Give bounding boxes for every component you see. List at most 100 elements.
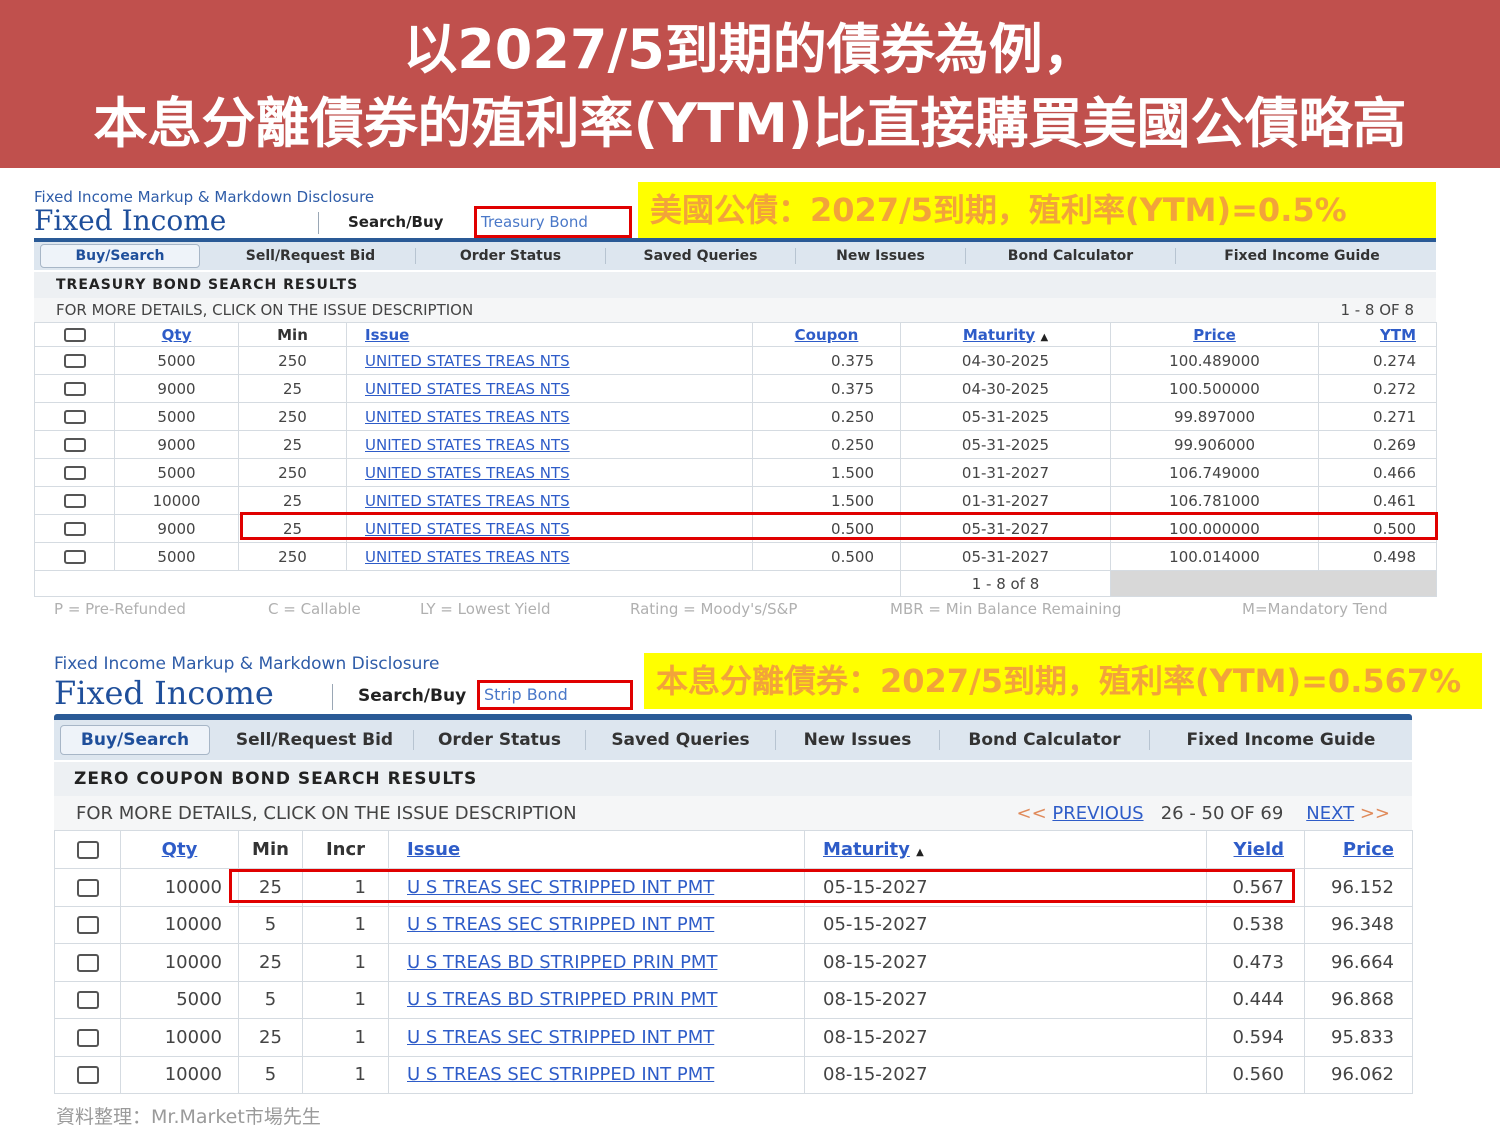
row-issue-link[interactable]: U S TREAS SEC STRIPPED INT PMT [388,905,805,944]
row-checkbox[interactable] [34,514,115,543]
col-issue-header[interactable]: Issue [346,322,753,347]
col-ytm-header[interactable]: YTM [1318,322,1437,347]
row-ytm: 0.274 [1318,346,1437,375]
row-yield: 0.560 [1206,1055,1305,1094]
row-checkbox[interactable] [54,1018,121,1057]
row-checkbox[interactable] [34,374,115,403]
nav-order-status[interactable]: Order Status [416,248,606,264]
row-issue-link[interactable]: UNITED STATES TREAS NTS [346,346,753,375]
search-type-treasury-bond[interactable]: Treasury Bond [474,206,632,238]
treasury-highlight-box [240,512,1438,540]
sort-ascending-icon-2: ▲ [916,847,924,858]
row-qty: 9000 [114,374,239,403]
row-checkbox[interactable] [34,402,115,431]
row-qty: 10000 [120,943,239,982]
table-row: 10000 5 1 U S TREAS SEC STRIPPED INT PMT 05-… [54,905,1413,944]
col-qty-header-2[interactable]: Qty [120,830,239,869]
row-coupon: 0.500 [752,542,901,571]
col-price-header-2[interactable]: Price [1304,830,1413,869]
results-title-2: ZERO COUPON BOND SEARCH RESULTS [54,762,1412,796]
nav-fixed-income-guide[interactable]: Fixed Income Guide [1176,248,1428,264]
row-qty: 10000 [120,868,239,907]
select-all-checkbox[interactable] [34,322,115,347]
previous-link[interactable]: PREVIOUS [1052,803,1143,824]
details-bar: FOR MORE DETAILS, CLICK ON THE ISSUE DES… [34,298,1436,322]
row-issue-link[interactable]: U S TREAS BD STRIPPED PRIN PMT [388,980,805,1019]
next-link[interactable]: NEXT [1306,803,1354,824]
nav-buy-search-2[interactable]: Buy/Search [60,725,210,755]
col-coupon-header[interactable]: Coupon [752,322,901,347]
row-price: 96.152 [1304,868,1413,907]
col-issue-header-2[interactable]: Issue [388,830,805,869]
row-checkbox[interactable] [54,905,121,944]
row-qty: 9000 [114,430,239,459]
row-incr: 1 [302,1018,389,1057]
nav-buy-search[interactable]: Buy/Search [40,244,200,268]
search-type-strip-bond[interactable]: Strip Bond [477,680,633,710]
table-row: 5000 5 1 U S TREAS BD STRIPPED PRIN PMT 08-1… [54,980,1413,1019]
search-buy-label: Search/Buy [348,213,444,231]
previous-arrows-icon: << [1016,802,1047,824]
nav-new-issues[interactable]: New Issues [796,248,966,264]
row-issue-link[interactable]: UNITED STATES TREAS NTS [346,374,753,403]
nav-sell-request-bid-2[interactable]: Sell/Request Bid [216,730,414,750]
nav-bond-calculator-2[interactable]: Bond Calculator [940,730,1150,750]
nav-fixed-income-guide-2[interactable]: Fixed Income Guide [1150,730,1412,750]
row-price: 99.897000 [1110,402,1319,431]
row-maturity: 08-15-2027 [804,1018,1207,1057]
table-row: 9000 25 UNITED STATES TREAS NTS 0.250 05-31-… [34,430,1437,459]
row-issue-link[interactable]: U S TREAS SEC STRIPPED INT PMT [388,1055,805,1094]
row-checkbox[interactable] [34,542,115,571]
row-issue-link[interactable]: U S TREAS SEC STRIPPED INT PMT [388,1018,805,1057]
row-price: 96.664 [1304,943,1413,982]
nav-order-status-2[interactable]: Order Status [414,730,586,750]
row-min: 5 [238,1055,303,1094]
row-issue-link[interactable]: U S TREAS BD STRIPPED PRIN PMT [388,943,805,982]
row-price: 100.500000 [1110,374,1319,403]
row-min: 250 [238,346,347,375]
markup-disclosure-link-2[interactable]: Fixed Income Markup & Markdown Disclosur… [54,654,439,674]
row-min: 25 [238,486,347,515]
row-checkbox[interactable] [54,868,121,907]
source-credit: 資料整理：Mr.Market市場先生 [56,1106,321,1128]
fixed-income-brand: Fixed Income [34,204,227,237]
col-maturity-header[interactable]: Maturity ▲ [900,322,1111,347]
row-min: 25 [238,430,347,459]
col-yield-header[interactable]: Yield [1206,830,1305,869]
row-maturity: 08-15-2027 [804,980,1207,1019]
row-issue-link[interactable]: UNITED STATES TREAS NTS [346,402,753,431]
select-all-checkbox-2[interactable] [54,830,121,869]
row-qty: 10000 [120,905,239,944]
row-min: 250 [238,402,347,431]
row-maturity: 01-31-2027 [900,458,1111,487]
nav-bond-calculator[interactable]: Bond Calculator [966,248,1176,264]
search-buy-label-2: Search/Buy [358,686,467,706]
row-qty: 5000 [114,402,239,431]
strip-highlight-box [229,869,1295,903]
treasury-results-table: Qty Min Issue Coupon Maturity ▲ Price YT… [34,322,1437,597]
row-issue-link[interactable]: UNITED STATES TREAS NTS [346,458,753,487]
row-checkbox[interactable] [34,458,115,487]
row-checkbox[interactable] [54,980,121,1019]
pagination: << PREVIOUS 26 - 50 OF 69 NEXT >> [1017,803,1390,824]
row-maturity: 08-15-2027 [804,1055,1207,1094]
footer-range: 1 - 8 of 8 [900,570,1111,597]
nav-saved-queries-2[interactable]: Saved Queries [586,730,776,750]
col-price-header[interactable]: Price [1110,322,1319,347]
row-checkbox[interactable] [34,430,115,459]
row-checkbox[interactable] [54,1055,121,1094]
col-incr-header: Incr [302,830,389,869]
nav-new-issues-2[interactable]: New Issues [776,730,940,750]
row-issue-link[interactable]: UNITED STATES TREAS NTS [346,542,753,571]
nav-saved-queries[interactable]: Saved Queries [606,248,796,264]
row-min: 25 [238,374,347,403]
nav-sell-request-bid[interactable]: Sell/Request Bid [206,248,416,264]
legend-rating: Rating = Moody's/S&P [630,600,798,618]
row-issue-link[interactable]: UNITED STATES TREAS NTS [346,486,753,515]
row-issue-link[interactable]: UNITED STATES TREAS NTS [346,430,753,459]
row-checkbox[interactable] [34,486,115,515]
row-checkbox[interactable] [34,346,115,375]
row-checkbox[interactable] [54,943,121,982]
col-qty-header[interactable]: Qty [114,322,239,347]
col-maturity-header-2[interactable]: Maturity ▲ [804,830,1207,869]
